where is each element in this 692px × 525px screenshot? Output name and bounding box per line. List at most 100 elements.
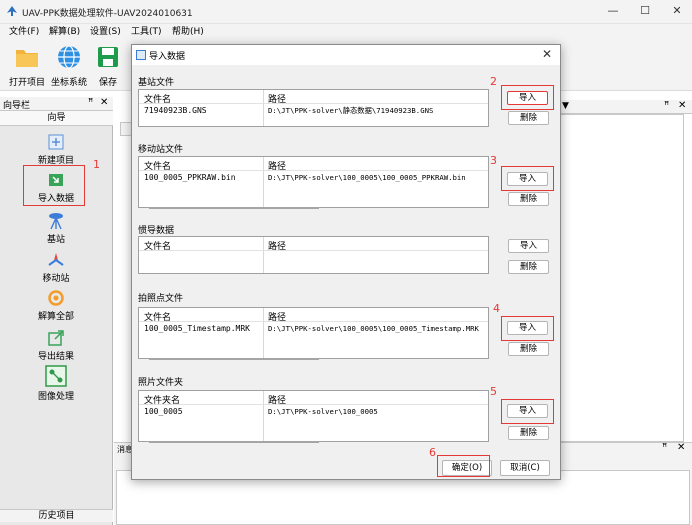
horizontal-scrollbar[interactable] xyxy=(149,358,319,360)
nav-item-label: 导出结果 xyxy=(37,352,74,362)
rover-file-grid[interactable]: 文件名 路径 100_0005_PPKRAW.bin D:\JT\PPK-sol… xyxy=(138,156,489,209)
open-project-button[interactable]: 打开项目 xyxy=(8,44,46,88)
globe-icon xyxy=(58,45,80,69)
file-name-cell[interactable]: 100_0005 xyxy=(144,407,183,416)
horizontal-scrollbar[interactable] xyxy=(149,441,319,443)
annotation-label: 6 xyxy=(429,446,436,459)
nav-item-label: 解算全部 xyxy=(37,312,74,322)
coordinate-system-button[interactable]: 坐标系统 xyxy=(50,44,88,88)
cancel-button[interactable]: 取消(C) xyxy=(500,460,550,476)
section-title-photo-points: 拍照点文件 xyxy=(138,294,184,304)
column-header-path: 路径 xyxy=(268,242,287,252)
annotation-label: 1 xyxy=(93,158,100,171)
export-icon xyxy=(48,330,64,346)
section-title-rover: 移动站文件 xyxy=(138,145,184,155)
maximize-button[interactable]: ☐ xyxy=(636,4,654,18)
file-name-cell[interactable]: 100_0005_Timestamp.MRK xyxy=(144,324,250,333)
nav-item-image-processing[interactable]: 图像处理 xyxy=(20,365,92,402)
annotation-label: 2 xyxy=(490,75,497,88)
tab-wizard[interactable]: 向导 xyxy=(0,111,113,126)
import-highlight xyxy=(501,399,554,424)
column-header-path: 路径 xyxy=(268,313,287,323)
folder-icon xyxy=(16,50,38,67)
section-title-ins-data: 惯导数据 xyxy=(138,226,175,236)
app-logo-icon xyxy=(7,6,17,16)
menu-help[interactable]: 帮助(H) xyxy=(172,25,204,39)
nav-item-label: 移动站 xyxy=(42,274,70,284)
section-title-base-station: 基站文件 xyxy=(138,78,175,88)
column-header-filename: 文件名 xyxy=(144,242,172,252)
menu-settings[interactable]: 设置(S) xyxy=(90,25,121,39)
menu-solve[interactable]: 解算(B) xyxy=(49,25,80,39)
file-path-cell[interactable]: D:\JT\PPK-solver\100_0005\100_0005_PPKRA… xyxy=(268,173,466,182)
save-icon xyxy=(98,47,118,67)
annotation-label: 4 xyxy=(493,302,500,315)
save-button[interactable]: 保存 xyxy=(94,44,122,88)
column-header-filename: 文件名 xyxy=(144,95,172,105)
delete-base-station-button[interactable]: 删除 xyxy=(508,111,549,125)
nav-item-rover[interactable]: 移动站 xyxy=(20,251,92,284)
work-close-icon[interactable]: ✕ xyxy=(678,100,686,111)
window-title: UAV-PPK数据处理软件-UAV2024010631 xyxy=(22,9,193,19)
dialog-title-bar xyxy=(132,45,560,65)
column-header-path: 路径 xyxy=(268,396,287,406)
close-icon[interactable]: ✕ xyxy=(100,97,108,108)
file-path-cell[interactable]: D:\JT\PPK-solver\静态数据\71940923B.GNS xyxy=(268,106,433,116)
pin-icon[interactable]: ꟸ xyxy=(88,98,93,108)
new-project-icon xyxy=(48,134,64,150)
menu-tools[interactable]: 工具(T) xyxy=(131,25,162,39)
minimize-button[interactable]: — xyxy=(604,4,622,18)
photo-point-file-grid[interactable]: 文件名 路径 100_0005_Timestamp.MRK D:\JT\PPK-… xyxy=(138,307,489,360)
nav-item-export-results[interactable]: 导出结果 xyxy=(20,329,92,362)
message-pin-icon[interactable]: ꟸ xyxy=(662,443,667,453)
import-data-dialog: 导入数据 ✕ 基站文件 文件名 路径 71940923B.GNS D:\JT\P… xyxy=(131,44,561,480)
solve-all-icon xyxy=(48,290,64,306)
photo-folder-grid[interactable]: 文件夹名 路径 100_0005 D:\JT\PPK-solver\100_00… xyxy=(138,390,489,443)
document-view xyxy=(560,114,684,442)
file-name-cell[interactable]: 71940923B.GNS xyxy=(144,106,207,115)
annotation-label: 5 xyxy=(490,385,497,398)
file-name-cell[interactable]: 100_0005_PPKRAW.bin xyxy=(144,173,236,182)
file-path-cell[interactable]: D:\JT\PPK-solver\100_0005 xyxy=(268,407,378,416)
navigation-panel-title: 向导栏 xyxy=(3,101,31,111)
column-header-foldername: 文件夹名 xyxy=(144,396,181,406)
delete-ins-button[interactable]: 删除 xyxy=(508,260,549,274)
import-highlight xyxy=(501,316,554,341)
dialog-icon xyxy=(136,50,146,60)
close-window-button[interactable]: ✕ xyxy=(668,4,686,18)
rover-icon xyxy=(48,253,64,266)
nav-item-label: 图像处理 xyxy=(37,392,74,402)
section-title-photo-folder: 照片文件夹 xyxy=(138,378,184,388)
ok-highlight xyxy=(437,455,490,477)
delete-photo-folder-button[interactable]: 删除 xyxy=(508,426,549,440)
base-station-file-grid[interactable]: 文件名 路径 71940923B.GNS D:\JT\PPK-solver\静态… xyxy=(138,89,489,127)
base-station-icon xyxy=(49,213,63,230)
navigation-panel-header: 向导栏 ꟸ ✕ xyxy=(0,97,113,111)
nav-item-new-project[interactable]: 新建项目 xyxy=(20,133,92,166)
image-processing-icon xyxy=(45,365,67,387)
document-tab-header: ▼ ꟸ ✕ xyxy=(560,100,692,114)
import-highlight xyxy=(501,85,554,110)
delete-rover-button[interactable]: 删除 xyxy=(508,192,549,206)
horizontal-scrollbar[interactable] xyxy=(149,207,319,209)
tab-history-projects[interactable]: 历史项目 xyxy=(0,509,113,522)
nav-item-base-station[interactable]: 基站 xyxy=(20,212,92,245)
nav-item-label: 基站 xyxy=(46,235,65,245)
open-project-label: 打开项目 xyxy=(8,78,45,88)
dialog-title: 导入数据 xyxy=(149,52,186,62)
import-ins-button[interactable]: 导入 xyxy=(508,239,549,253)
message-close-icon[interactable]: ✕ xyxy=(677,442,685,453)
import-highlight xyxy=(501,166,554,191)
column-header-filename: 文件名 xyxy=(144,162,172,172)
ins-file-grid[interactable]: 文件名 路径 xyxy=(138,236,489,274)
coordinate-system-label: 坐标系统 xyxy=(50,78,87,88)
menu-file[interactable]: 文件(F) xyxy=(9,25,39,39)
annotation-label: 3 xyxy=(490,154,497,167)
nav-item-solve-all[interactable]: 解算全部 xyxy=(20,289,92,322)
delete-photo-points-button[interactable]: 删除 xyxy=(508,342,549,356)
work-pin-icon[interactable]: ꟸ xyxy=(664,101,669,111)
file-path-cell[interactable]: D:\JT\PPK-solver\100_0005\100_0005_Times… xyxy=(268,324,479,333)
column-header-path: 路径 xyxy=(268,95,287,105)
dialog-close-button[interactable]: ✕ xyxy=(542,47,552,61)
import-data-highlight xyxy=(23,165,85,206)
